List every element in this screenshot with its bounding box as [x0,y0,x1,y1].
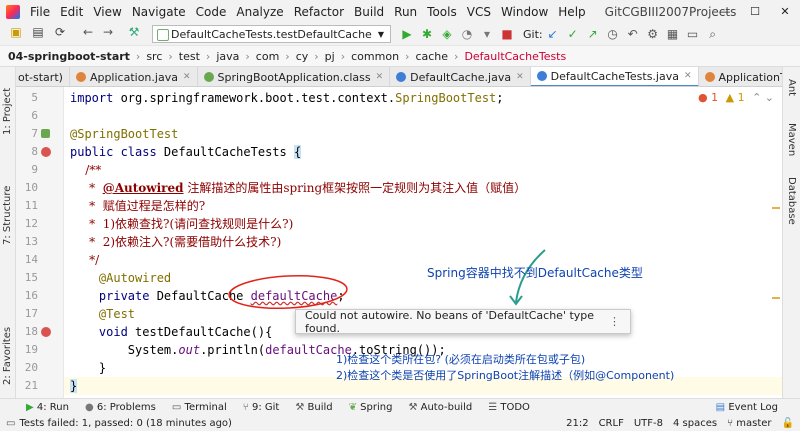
indent-setting[interactable]: 4 spaces [673,418,717,429]
annotation-note-1: 1)检查这个类所在包? (必须在启动类所在包或子包) [336,353,586,366]
status-toggle-icon[interactable]: ▭ [6,418,15,429]
spring-icon: ❦ [348,401,361,413]
file-encoding[interactable]: UTF-8 [634,418,663,429]
more-actions-icon[interactable]: ⋮ [609,315,620,328]
line-separator[interactable]: CRLF [599,418,624,429]
tool-auto-build[interactable]: ⚒ Auto-build [402,402,482,413]
tooltip-text: Could not autowire. No beans of 'Default… [305,308,595,335]
tool-window-bar: ▶ 4: Run ● 6: Problems ▭ Terminal ⑂ 9: G… [0,398,800,415]
event-log-icon: ▤ [715,401,729,413]
status-bar: ▭ Tests failed: 1, passed: 0 (18 minutes… [0,415,800,431]
caret-position[interactable]: 21:2 [566,418,588,429]
tool-spring[interactable]: ❦ Spring [343,402,403,413]
git-branch[interactable]: ⑂ master [727,418,771,429]
todo-icon: ☰ [488,401,501,413]
lock-icon[interactable]: 🔓 [782,418,794,429]
tool-problems[interactable]: ● 6: Problems [79,402,166,413]
annotation-note: Spring容器中找不到DefaultCache类型 [427,266,643,280]
build-icon: ⚒ [295,401,308,413]
status-message: Tests failed: 1, passed: 0 (18 minutes a… [19,417,232,429]
event-log[interactable]: ▤ Event Log [716,402,778,413]
tool-terminal[interactable]: ▭ Terminal [166,402,237,413]
tool-build[interactable]: ⚒ Build [289,402,342,413]
tool-todo[interactable]: ☰ TODO [482,402,540,413]
error-tooltip: Could not autowire. No beans of 'Default… [295,308,631,335]
problems-icon: ● [84,401,97,413]
red-highlight-circle [228,274,348,310]
git-icon: ⑂ [242,401,252,413]
auto-build-icon: ⚒ [408,401,421,413]
terminal-icon: ▭ [171,401,185,413]
run-icon: ▶ [26,401,37,413]
branch-icon: ⑂ [727,417,737,429]
tool-git[interactable]: ⑂ 9: Git [237,402,290,413]
tool-run[interactable]: ▶ 4: Run [0,402,79,413]
annotation-note-2: 2)检查这个类是否使用了SpringBoot注解描述（例如@Component) [336,369,675,382]
